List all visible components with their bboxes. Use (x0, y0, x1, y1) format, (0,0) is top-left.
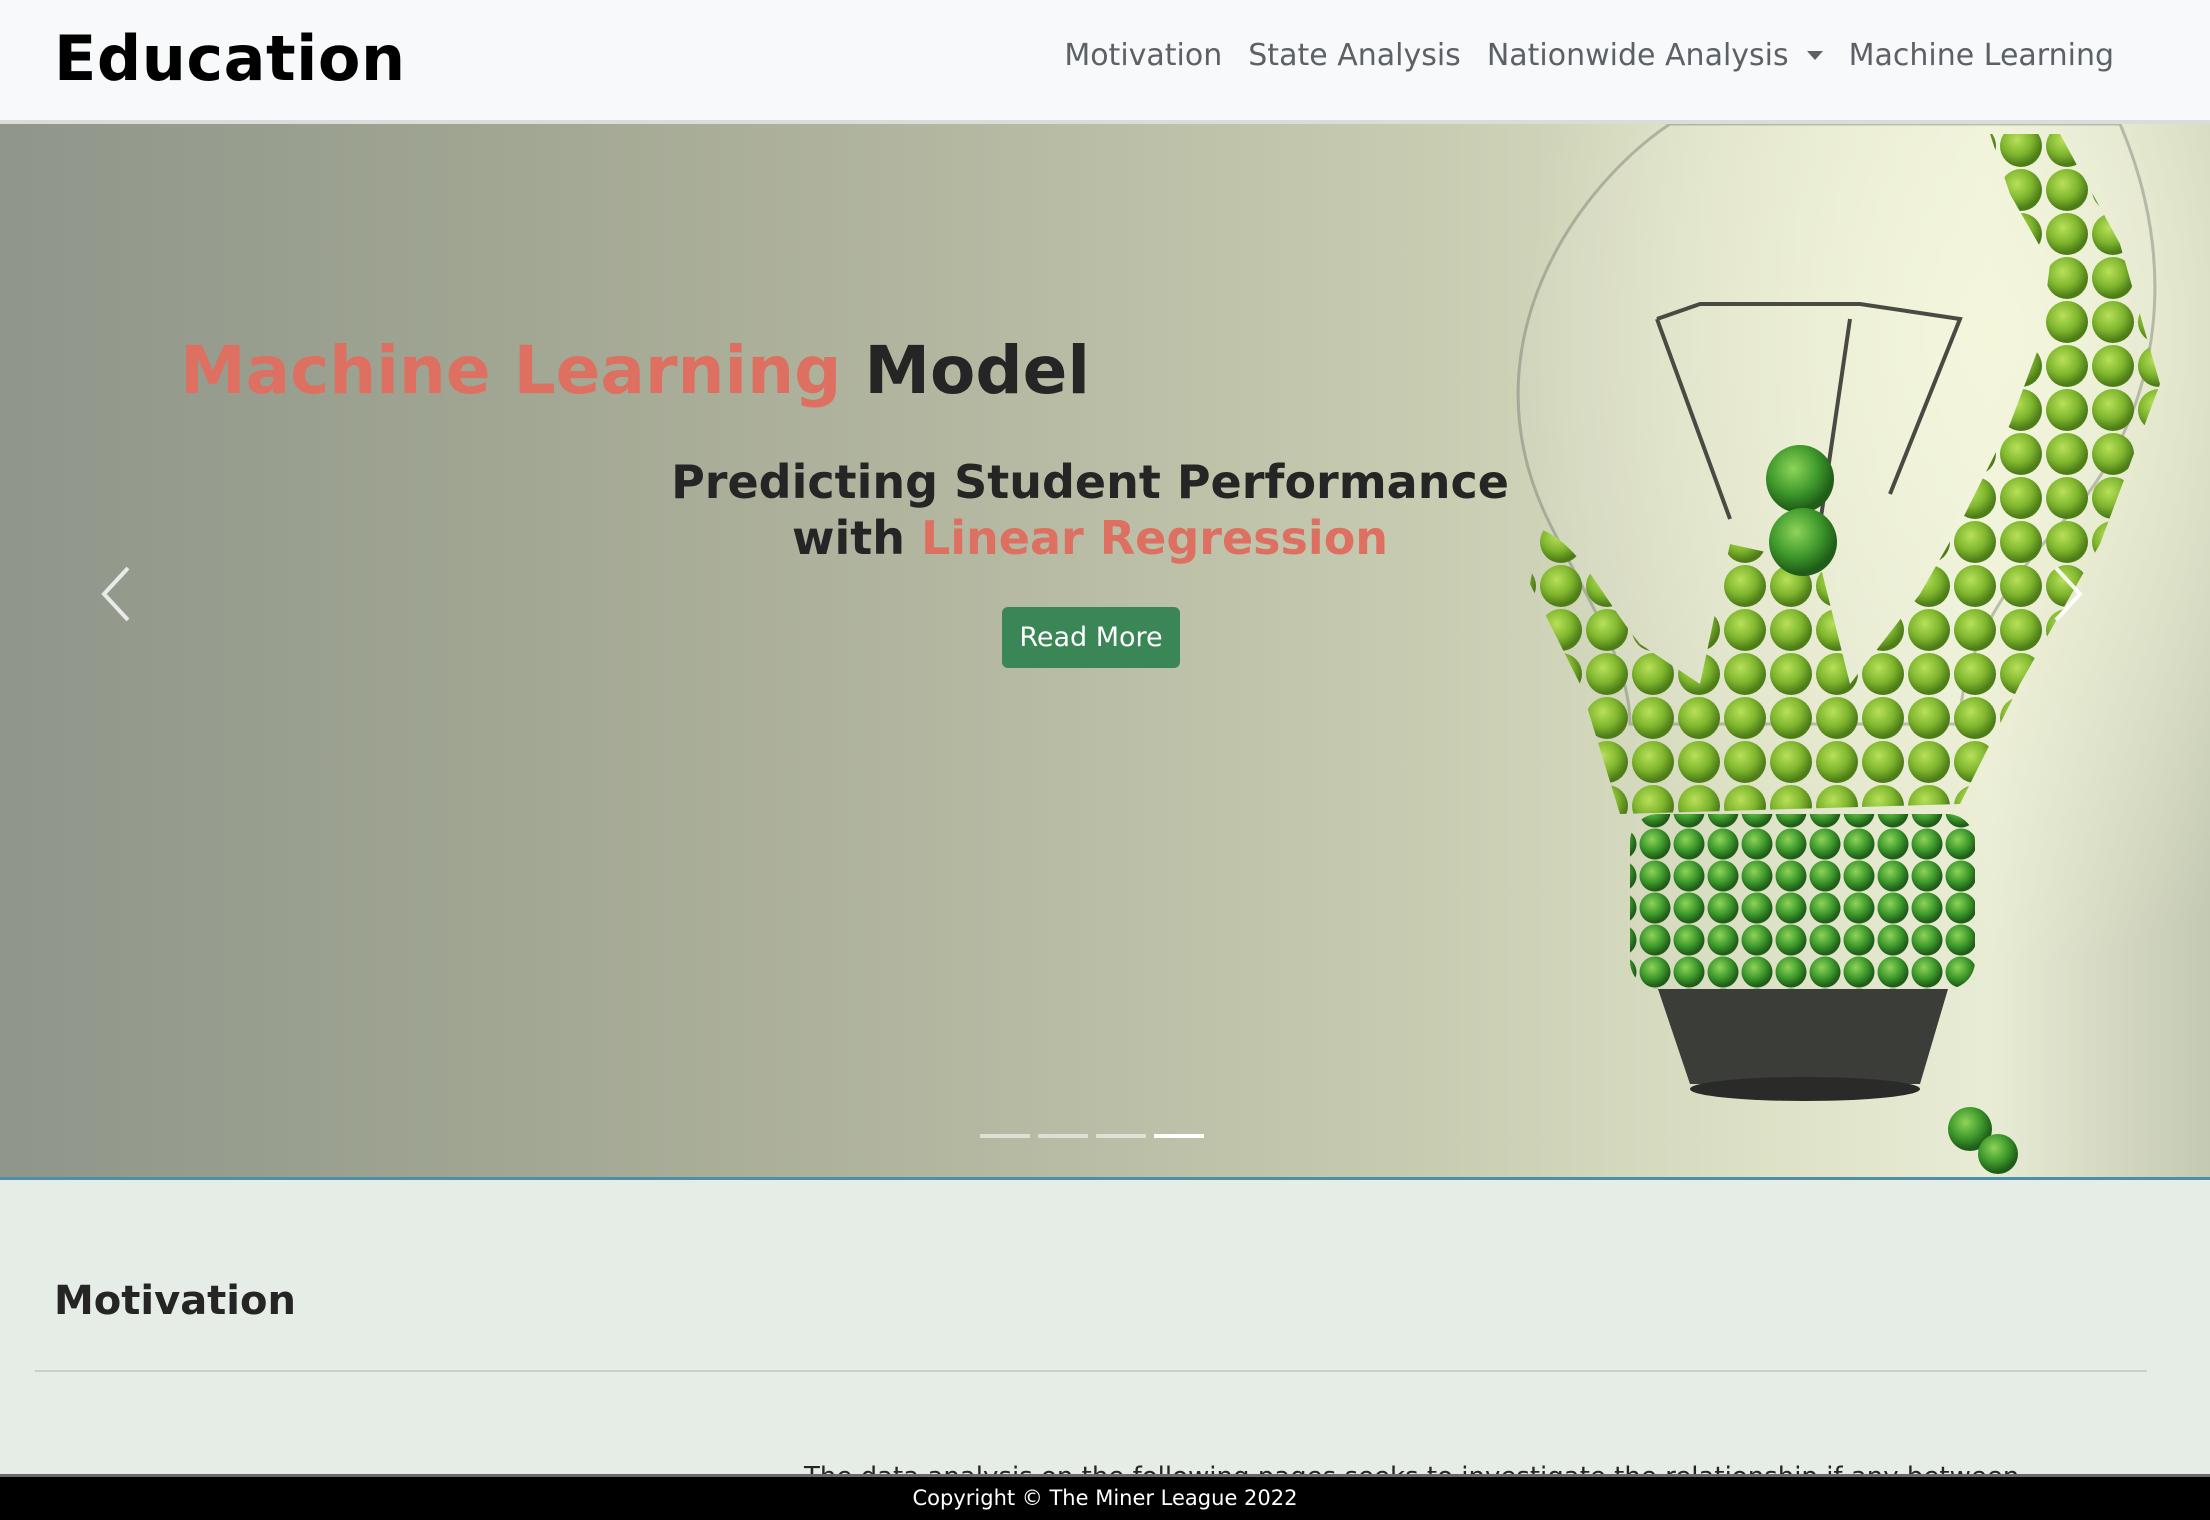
nav-link-machine-learning-label: Machine Learning (1848, 38, 2114, 73)
nav-link-state-analysis-label: State Analysis (1248, 38, 1461, 73)
chevron-left-icon (101, 566, 130, 622)
nav-link-motivation[interactable]: Motivation (1064, 38, 1222, 73)
hero-subtitle: Predicting Student Performance with Line… (0, 454, 2180, 566)
hero-subtitle-line2: with Linear Regression (0, 510, 2180, 566)
hero-subtitle-line1: Predicting Student Performance (671, 455, 1509, 509)
footer-copyright: Copyright © The Miner League 2022 (912, 1486, 1298, 1510)
top-navbar: Education Motivation State Analysis Nati… (0, 0, 2210, 124)
read-more-button[interactable]: Read More (1002, 607, 1180, 668)
hero-subtitle-with: with (791, 511, 921, 565)
nav-link-machine-learning[interactable]: Machine Learning (1849, 38, 2114, 73)
chevron-right-icon (2054, 566, 2083, 622)
motivation-heading: Motivation (54, 1278, 296, 1324)
nav-link-nationwide-analysis-dropdown[interactable]: Nationwide Analysis (1487, 38, 1823, 73)
nav-link-nationwide-analysis-label: Nationwide Analysis (1486, 38, 1789, 73)
nav-links: Motivation State Analysis Nationwide Ana… (1038, 38, 2114, 73)
carousel-indicator-4[interactable] (1154, 1134, 1204, 1138)
nav-link-state-analysis[interactable]: State Analysis (1248, 38, 1461, 73)
apple-lightbulb-image (1400, 124, 2210, 1177)
caret-down-icon (1806, 51, 1823, 60)
brand-logo[interactable]: Education (54, 22, 406, 95)
hero-carousel: Machine Learning Model Predicting Studen… (0, 124, 2210, 1180)
section-divider (35, 1370, 2147, 1372)
footer: Copyright © The Miner League 2022 (0, 1474, 2210, 1520)
hero-title-accent: Machine Learning (179, 332, 842, 409)
hero-subtitle-accent: Linear Regression (920, 511, 1389, 565)
hero-title-rest: Model (841, 332, 1090, 409)
carousel-prev-button[interactable] (86, 554, 146, 634)
carousel-indicators (980, 1134, 1212, 1138)
nav-link-motivation-label: Motivation (1064, 38, 1223, 73)
carousel-indicator-1[interactable] (980, 1134, 1030, 1138)
carousel-indicator-3[interactable] (1096, 1134, 1146, 1138)
carousel-next-button[interactable] (2038, 554, 2098, 634)
hero-title: Machine Learning Model (0, 332, 1090, 409)
carousel-indicator-2[interactable] (1038, 1134, 1088, 1138)
